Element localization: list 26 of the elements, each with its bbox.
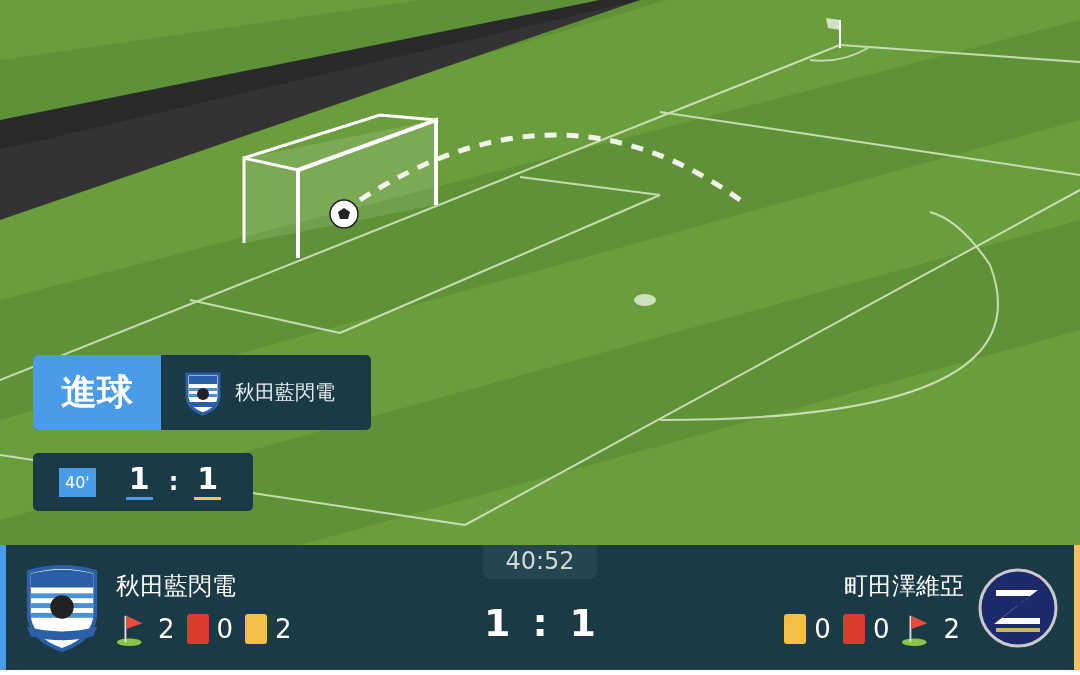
- ball-shadow: [634, 294, 656, 306]
- crest-icon: [978, 567, 1058, 648]
- stat-count: 2: [275, 613, 292, 644]
- stat-count: 0: [216, 613, 234, 644]
- sending-off-card-icon: [842, 613, 865, 644]
- stat-count: 2: [158, 613, 175, 644]
- stat-count: 2: [943, 613, 960, 644]
- ball-icon: [329, 199, 359, 229]
- booking-card-icon: [784, 613, 807, 644]
- stat-count: 0: [814, 613, 831, 644]
- team-name: 秋田藍閃電: [235, 379, 335, 406]
- score-separator: :: [532, 601, 548, 645]
- away-score: 1: [194, 464, 222, 500]
- goal-label: 進球: [33, 355, 161, 430]
- score-separator: :: [168, 468, 179, 496]
- corner-flag-icon: [826, 18, 841, 49]
- sending-off-card-icon: [186, 613, 209, 644]
- away-score: 1: [569, 601, 597, 645]
- team-name: 秋田藍閃電: [116, 570, 237, 602]
- home-score: 1: [125, 464, 153, 500]
- match-clock: 40:52: [483, 545, 597, 579]
- team-name: 町田澤維亞: [844, 570, 964, 602]
- stat-count: 0: [872, 613, 890, 644]
- home-score: 1: [483, 601, 511, 645]
- booking-card-icon: [245, 613, 268, 644]
- minute-badge: 40': [59, 467, 96, 497]
